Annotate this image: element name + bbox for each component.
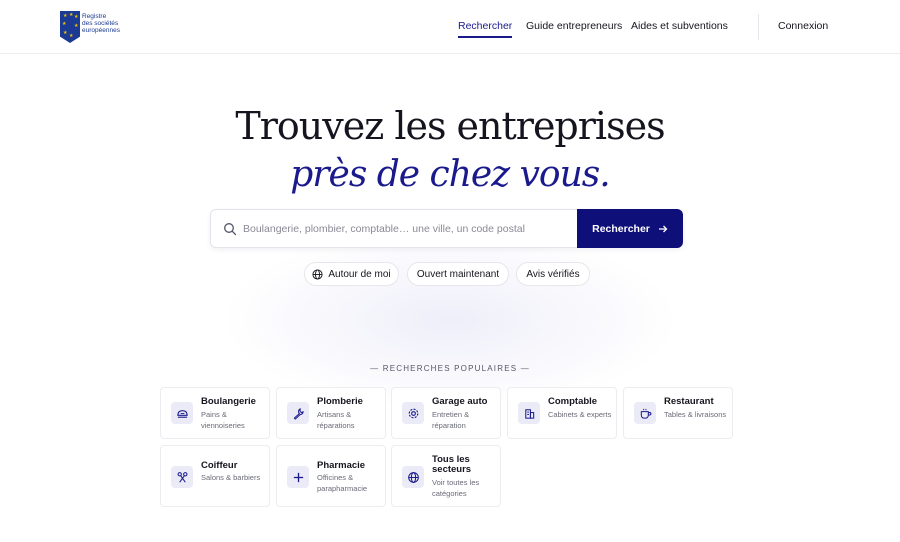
hero-subtitle: près de chez vous. bbox=[290, 154, 610, 195]
popular-searches-title: — RECHERCHES POPULAIRES — bbox=[370, 364, 530, 373]
category-card-boulangerie[interactable]: Boulangerie Pains & viennoiseries bbox=[160, 387, 270, 439]
login-link[interactable]: Connexion bbox=[778, 20, 828, 32]
hero-title: Trouvez les entreprises bbox=[235, 104, 665, 148]
category-card-restaurant[interactable]: Restaurant Tables & livraisons bbox=[623, 387, 733, 439]
category-card-coiffeur[interactable]: Coiffeur Salons & barbiers bbox=[160, 445, 270, 507]
nav-item-aides-subventions[interactable]: Aides et subventions bbox=[631, 20, 728, 32]
search-input[interactable] bbox=[243, 211, 573, 246]
building-icon bbox=[518, 402, 540, 424]
nav-item-guide-entrepreneurs[interactable]: Guide entrepreneurs bbox=[526, 20, 622, 32]
background-glow bbox=[220, 230, 680, 410]
search-button[interactable]: Rechercher bbox=[577, 209, 683, 248]
filter-chip-autour-de-moi[interactable]: Autour de moi bbox=[304, 262, 399, 286]
globe-icon bbox=[312, 268, 323, 280]
category-card-garage-auto[interactable]: Garage auto Entretien & réparation bbox=[391, 387, 501, 439]
bread-icon bbox=[171, 402, 193, 424]
active-tab-indicator bbox=[458, 36, 513, 38]
category-card-pharmacie[interactable]: Pharmacie Officines & parapharmacie bbox=[276, 445, 386, 507]
gear-icon bbox=[402, 402, 424, 424]
category-card-plomberie[interactable]: Plomberie Artisans & réparations bbox=[276, 387, 386, 439]
category-card-comptable[interactable]: Comptable Cabinets & experts bbox=[507, 387, 617, 439]
logo[interactable]: ★ ★ ★ ★ ★ ★ ★ Registre des sociétés européen… bbox=[60, 11, 124, 45]
arrow-right-icon bbox=[658, 225, 668, 232]
nav-divider bbox=[758, 14, 759, 40]
quick-filters: Autour de moi Ouvert maintenant Avis vér… bbox=[0, 262, 900, 286]
scissors-icon bbox=[171, 466, 193, 488]
cross-icon bbox=[287, 466, 309, 488]
nav-item-rechercher[interactable]: Rechercher bbox=[458, 20, 513, 38]
site-header: ★ ★ ★ ★ ★ ★ ★ Registre des sociétés européen… bbox=[0, 0, 900, 54]
eu-flag-icon: ★ ★ ★ ★ ★ ★ ★ bbox=[60, 11, 80, 43]
cup-icon bbox=[634, 402, 656, 424]
filter-chip-avis-verifies[interactable]: Avis vérifiés bbox=[516, 262, 590, 286]
category-card-tous-les-secteurs[interactable]: Tous les secteurs Voir toutes les catégo… bbox=[391, 445, 501, 507]
search-icon bbox=[224, 223, 237, 236]
filter-chip-ouvert-maintenant[interactable]: Ouvert maintenant bbox=[407, 262, 509, 286]
logo-text: Registre des sociétés européennes bbox=[82, 13, 120, 34]
wrench-icon bbox=[287, 402, 309, 424]
search-bar: Rechercher bbox=[210, 209, 683, 248]
globe-icon bbox=[402, 466, 424, 488]
